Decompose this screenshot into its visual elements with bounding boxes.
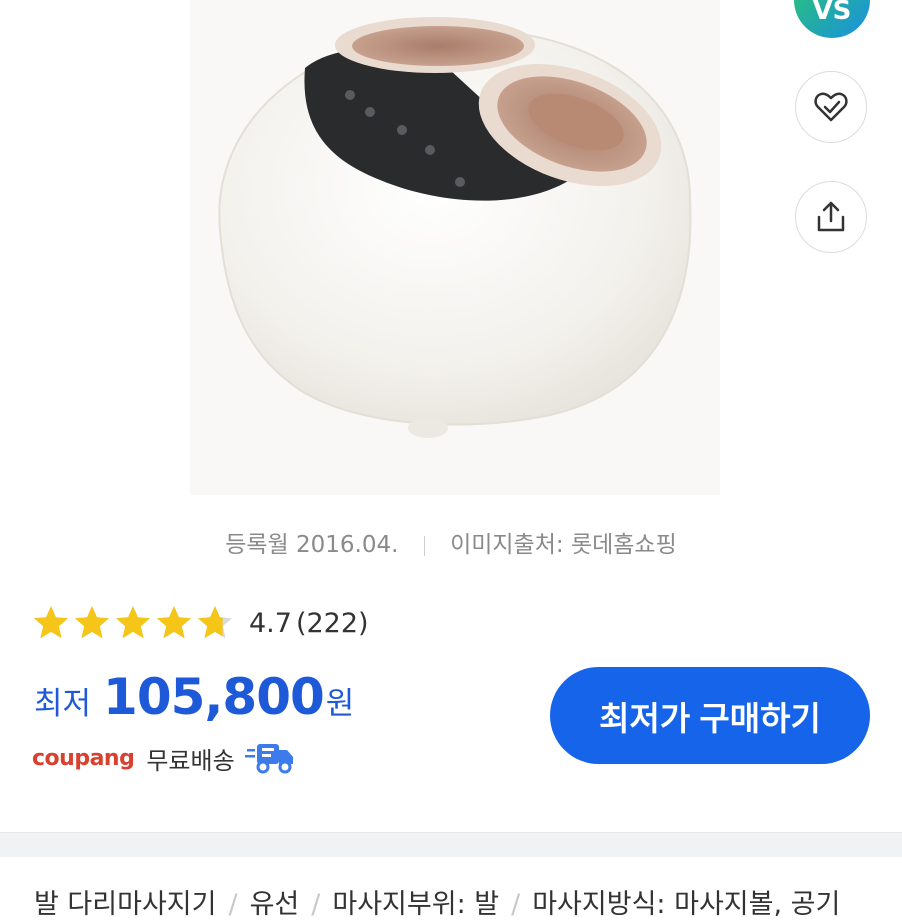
spec-item: 마사지부위: 발 (332, 889, 500, 920)
star-icon (157, 606, 191, 639)
registered-date: 등록월 2016.04. (225, 532, 399, 558)
share-icon (817, 201, 845, 232)
share-button[interactable] (795, 181, 867, 253)
lowest-price: 최저 105,800 원 (34, 668, 354, 726)
fast-delivery-truck-icon (244, 744, 293, 774)
wishlist-button[interactable] (795, 71, 867, 143)
free-shipping-text: 무료배송 (146, 746, 235, 775)
star-icon (75, 606, 109, 639)
price-value: 105,800 (103, 668, 325, 726)
price-label: 최저 (34, 686, 92, 722)
rating[interactable]: 4.7 (222) (32, 604, 369, 642)
star-icon (116, 606, 150, 639)
spec-separator: / (311, 889, 321, 920)
star-icon (198, 606, 232, 639)
spec-separator: / (228, 889, 238, 920)
buy-lowest-price-button[interactable]: 최저가 구매하기 (550, 667, 870, 764)
star-rating (32, 604, 237, 642)
meta-separator (423, 535, 425, 556)
vs-badge[interactable]: VS (794, 0, 870, 38)
product-meta: 등록월 2016.04. 이미지출처: 롯데홈쇼핑 (0, 525, 902, 559)
rating-score: 4.7 (249, 607, 292, 639)
vs-badge-text: VS (812, 0, 852, 26)
shipping-info: coupang 무료배송 (32, 740, 297, 776)
price-unit: 원 (325, 686, 355, 722)
product-image[interactable] (190, 0, 720, 495)
spec-item: 유선 (249, 889, 300, 920)
spec-separator: / (511, 889, 521, 920)
star-icon (34, 606, 68, 639)
section-divider (0, 832, 902, 857)
image-source: 이미지출처: 롯데홈쇼핑 (450, 532, 677, 558)
heart-check-icon (814, 92, 848, 122)
spec-item: 마사지방식: 마사지볼, 공기 (532, 889, 841, 920)
store-logo: coupang (32, 745, 135, 771)
spec-item: 발 다리마사지기 (34, 889, 217, 920)
review-count[interactable]: (222) (296, 608, 369, 639)
